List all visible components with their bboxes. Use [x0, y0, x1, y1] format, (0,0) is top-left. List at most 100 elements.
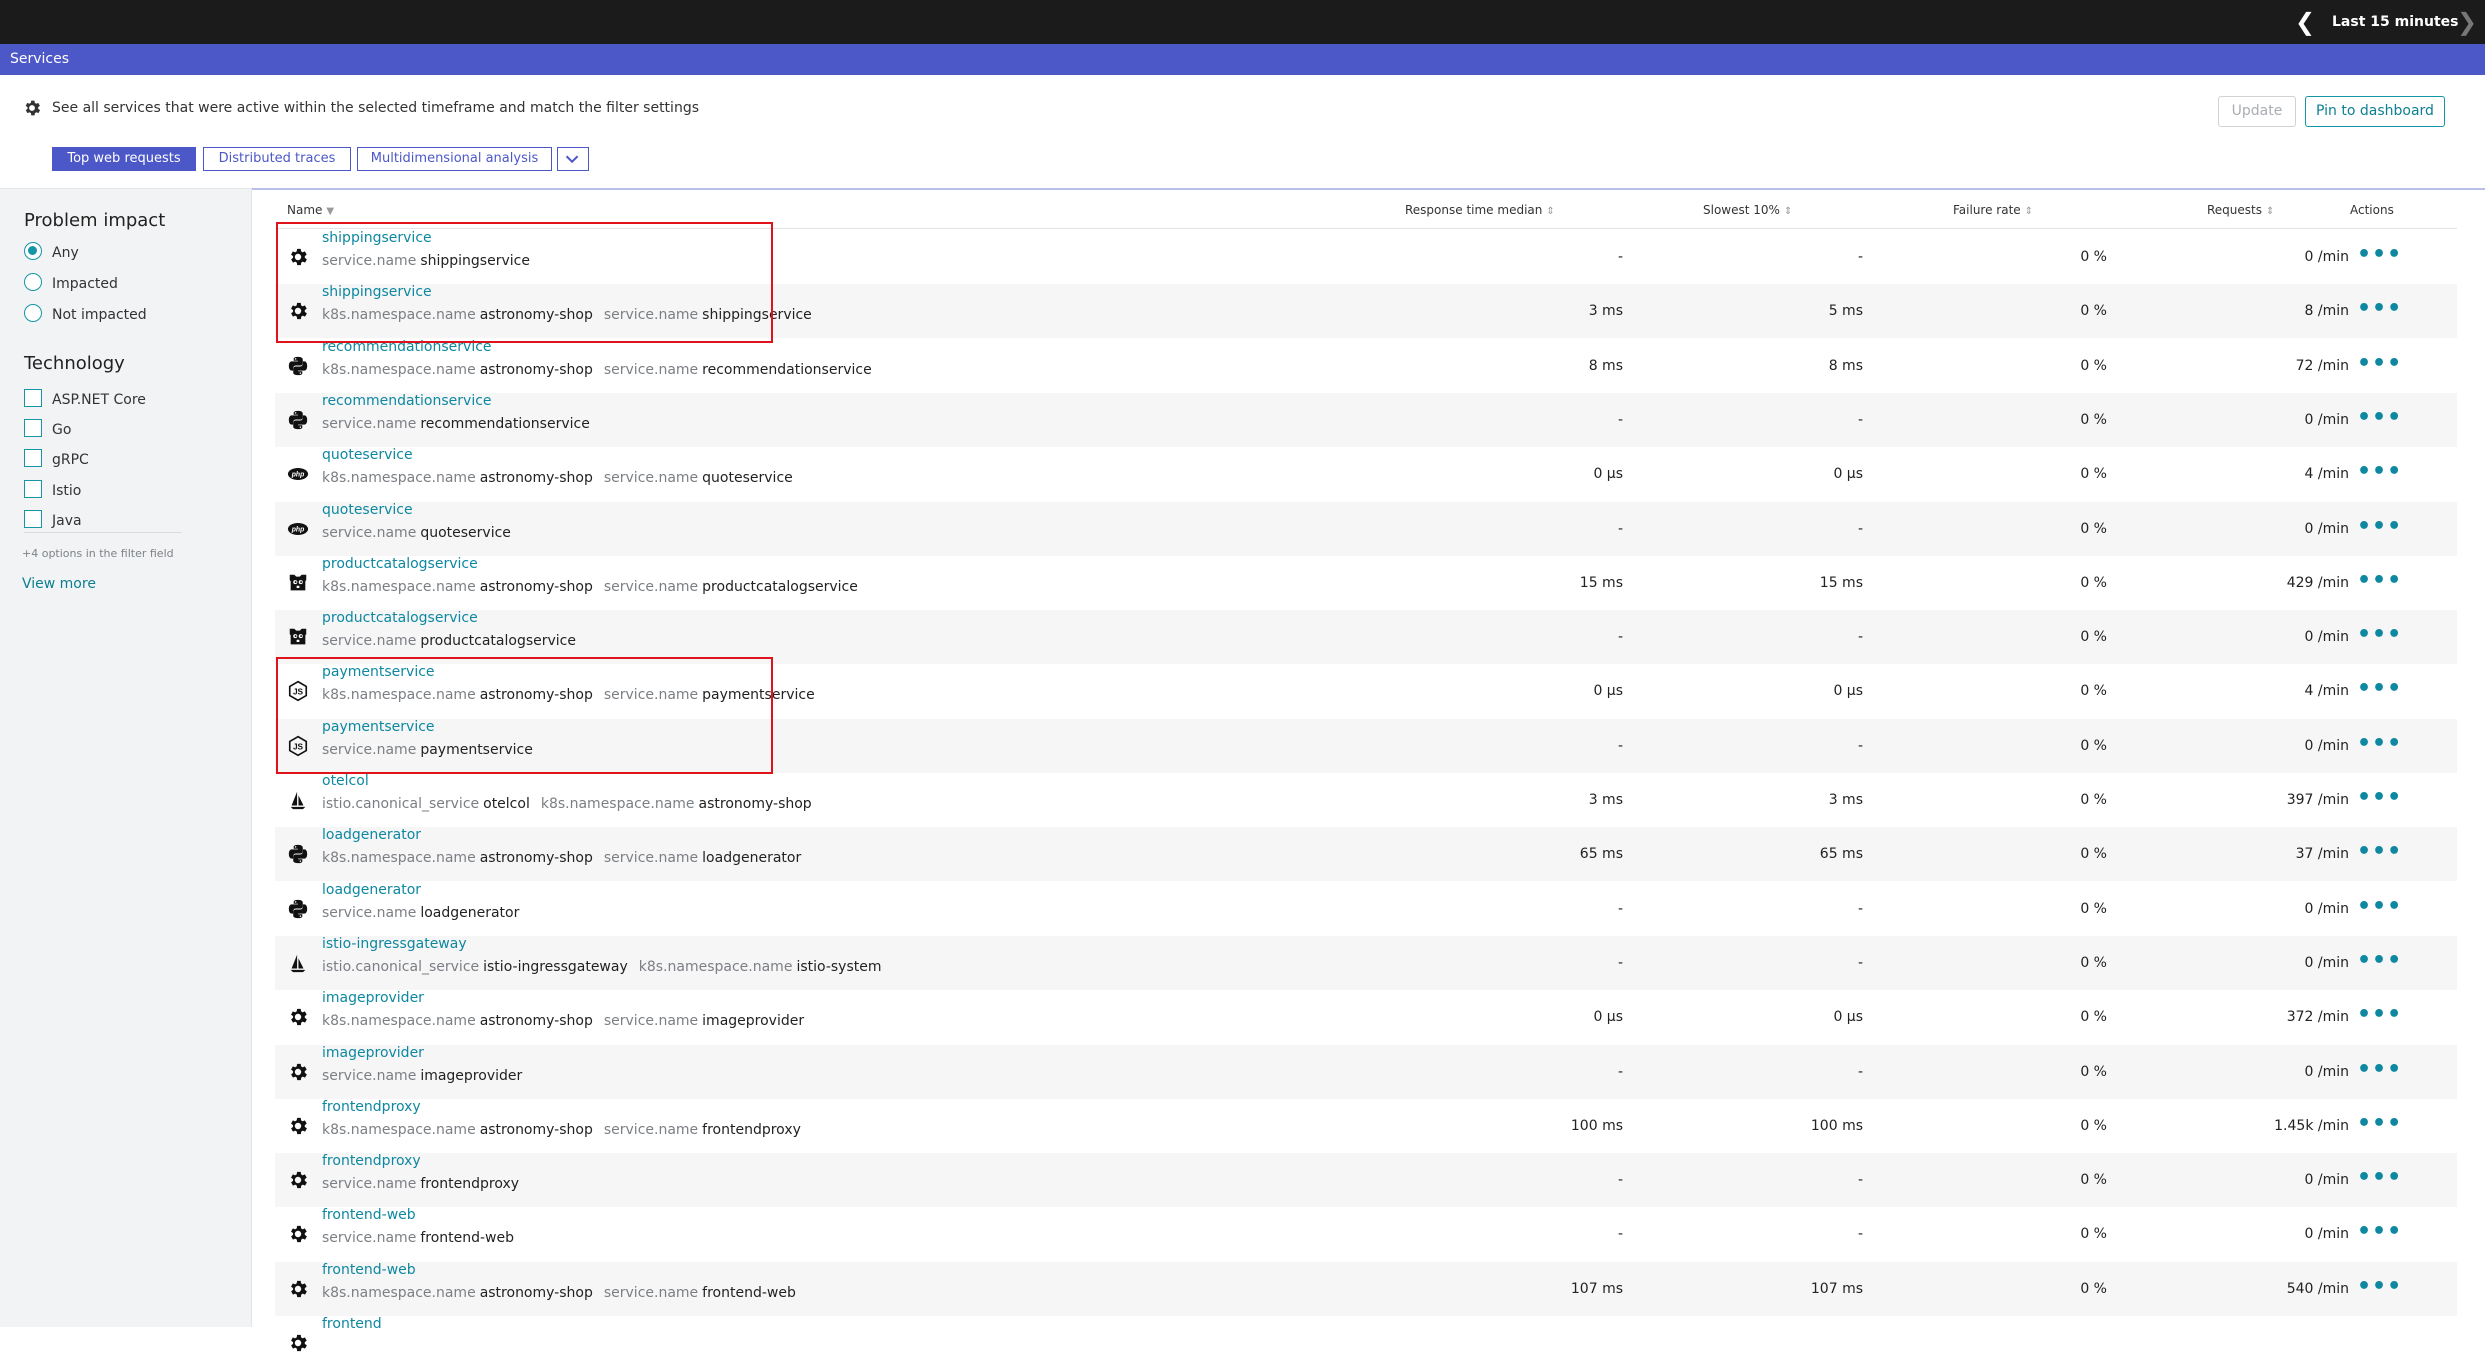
- requests-cell: 4 /min: [2304, 683, 2349, 700]
- tab-multidimensional-analysis[interactable]: Multidimensional analysis: [357, 147, 552, 171]
- row-actions-menu-icon[interactable]: •••: [2357, 1153, 2401, 1207]
- service-name-link[interactable]: frontend: [322, 1316, 382, 1332]
- problem-impact-not-impacted[interactable]: Not impacted: [24, 304, 147, 325]
- pin-to-dashboard-button[interactable]: Pin to dashboard: [2305, 96, 2445, 127]
- service-name-link[interactable]: frontend-web: [322, 1207, 416, 1223]
- row-actions-menu-icon[interactable]: •••: [2357, 502, 2401, 556]
- column-slowest-header[interactable]: Slowest 10% ⇕: [1703, 197, 1792, 225]
- row-actions-menu-icon[interactable]: •••: [2357, 1207, 2401, 1261]
- problem-impact-impacted[interactable]: Impacted: [24, 273, 118, 294]
- requests-cell: 72 /min: [2295, 357, 2349, 374]
- timeframe-prev-icon[interactable]: ❮: [2290, 0, 2320, 44]
- service-tags: k8s.namespace.name astronomy-shop service.…: [322, 470, 804, 486]
- row-actions-menu-icon[interactable]: •••: [2357, 990, 2401, 1044]
- row-actions-menu-icon[interactable]: •••: [2357, 827, 2401, 881]
- row-actions-menu-icon[interactable]: •••: [2357, 1262, 2401, 1316]
- problem-impact-any[interactable]: Any: [24, 242, 79, 263]
- technology-go[interactable]: Go: [24, 419, 71, 440]
- column-requests-header[interactable]: Requests ⇕: [2207, 197, 2274, 225]
- row-actions-menu-icon[interactable]: •••: [2357, 936, 2401, 990]
- service-name-link[interactable]: loadgenerator: [322, 882, 421, 898]
- service-name-link[interactable]: quoteservice: [322, 447, 413, 463]
- chevron-down-icon: [565, 155, 579, 164]
- response-time-cell: 0 µs: [1593, 1009, 1623, 1026]
- gear-icon: [287, 1223, 309, 1245]
- slowest-cell: -: [1857, 1226, 1863, 1243]
- row-actions-menu-icon[interactable]: •••: [2357, 610, 2401, 664]
- tag-value: loadgenerator: [420, 904, 520, 921]
- row-actions-menu-icon[interactable]: •••: [2357, 447, 2401, 501]
- service-name-link[interactable]: recommendationservice: [322, 393, 492, 409]
- service-name-link[interactable]: productcatalogservice: [322, 556, 478, 572]
- row-actions-menu-icon[interactable]: •••: [2357, 393, 2401, 447]
- radio-icon[interactable]: [24, 273, 42, 291]
- service-name-link[interactable]: frontendproxy: [322, 1153, 421, 1169]
- row-actions-menu-icon[interactable]: •••: [2357, 882, 2401, 936]
- service-name-link[interactable]: istio-ingressgateway: [322, 936, 467, 952]
- failure-rate-cell: 0 %: [2080, 1117, 2107, 1134]
- tag-key: service.name: [603, 470, 699, 487]
- tag-key: k8s.namespace.name: [322, 307, 476, 324]
- update-button[interactable]: Update: [2218, 96, 2296, 127]
- response-time-cell: -: [1617, 954, 1623, 971]
- service-name-link[interactable]: otelcol: [322, 773, 369, 789]
- column-failure-rate-header[interactable]: Failure rate ⇕: [1953, 197, 2033, 225]
- row-actions-menu-icon[interactable]: •••: [2357, 230, 2401, 284]
- row-actions-menu-icon[interactable]: •••: [2357, 773, 2401, 827]
- service-name-link[interactable]: recommendationservice: [322, 339, 492, 355]
- gear-icon: [287, 1278, 309, 1300]
- checkbox-icon[interactable]: [24, 389, 42, 407]
- service-name-link[interactable]: paymentservice: [322, 664, 435, 680]
- service-name-link[interactable]: paymentservice: [322, 719, 435, 735]
- technology-aspnet-core[interactable]: ASP.NET Core: [24, 389, 146, 410]
- checkbox-icon[interactable]: [24, 480, 42, 498]
- technology-istio[interactable]: Istio: [24, 480, 81, 501]
- gopher-icon: [287, 626, 309, 648]
- service-name-link[interactable]: imageprovider: [322, 1045, 424, 1061]
- service-name-link[interactable]: loadgenerator: [322, 827, 421, 843]
- service-tags: k8s.namespace.name astronomy-shop service.…: [322, 362, 883, 378]
- checkbox-icon[interactable]: [24, 449, 42, 467]
- row-actions-menu-icon[interactable]: •••: [2357, 719, 2401, 773]
- service-name-link[interactable]: shippingservice: [322, 284, 432, 300]
- tag-key: service.name: [322, 415, 417, 432]
- service-name-link[interactable]: frontendproxy: [322, 1099, 421, 1115]
- technology-java[interactable]: Java: [24, 510, 82, 531]
- tag-value: productcatalogservice: [702, 578, 858, 595]
- service-name-link[interactable]: quoteservice: [322, 502, 413, 518]
- tab-top-web-requests[interactable]: Top web requests: [52, 147, 196, 171]
- column-name-header[interactable]: Name ▼: [287, 197, 334, 225]
- radio-icon[interactable]: [24, 304, 42, 322]
- row-actions-menu-icon[interactable]: •••: [2357, 284, 2401, 338]
- row-actions-menu-icon[interactable]: •••: [2357, 1099, 2401, 1153]
- tab-distributed-traces[interactable]: Distributed traces: [203, 147, 351, 171]
- row-actions-menu-icon[interactable]: •••: [2357, 556, 2401, 610]
- technology-grpc[interactable]: gRPC: [24, 449, 89, 470]
- checkbox-icon[interactable]: [24, 419, 42, 437]
- service-name-link[interactable]: imageprovider: [322, 990, 424, 1006]
- tag-value: frontendproxy: [702, 1121, 801, 1138]
- settings-gear-icon[interactable]: [22, 98, 42, 118]
- view-more-link[interactable]: View more: [22, 576, 96, 592]
- row-actions-menu-icon[interactable]: •••: [2357, 339, 2401, 393]
- service-name-link[interactable]: productcatalogservice: [322, 610, 478, 626]
- row-actions-menu-icon[interactable]: •••: [2357, 1045, 2401, 1099]
- tabs-more-dropdown[interactable]: [557, 147, 589, 171]
- tag-value: frontend-web: [420, 1230, 514, 1247]
- slowest-cell: -: [1857, 249, 1863, 265]
- row-actions-menu-icon[interactable]: •••: [2357, 664, 2401, 718]
- radio-selected-icon[interactable]: [24, 242, 42, 260]
- timeframe-label[interactable]: Last 15 minutes: [2332, 0, 2458, 44]
- table-row: JS paymentservice k8s.namespace.name astron…: [275, 664, 2457, 718]
- checkbox-icon[interactable]: [24, 510, 42, 528]
- tag-value: istio-system: [796, 958, 882, 975]
- service-tags: k8s.namespace.name astronomy-shop service.…: [322, 307, 823, 323]
- column-response-time-header[interactable]: Response time median ⇕: [1405, 197, 1555, 225]
- failure-rate-cell: 0 %: [2080, 1226, 2107, 1243]
- slowest-cell: 5 ms: [1828, 303, 1863, 320]
- table-row: php quoteservice service.name quoteservice -…: [275, 501, 2457, 556]
- service-name-link[interactable]: shippingservice: [322, 230, 432, 246]
- failure-rate-cell: 0 %: [2080, 1063, 2107, 1080]
- service-name-link[interactable]: frontend-web: [322, 1262, 416, 1278]
- service-tags: service.name shippingservice: [322, 253, 541, 269]
